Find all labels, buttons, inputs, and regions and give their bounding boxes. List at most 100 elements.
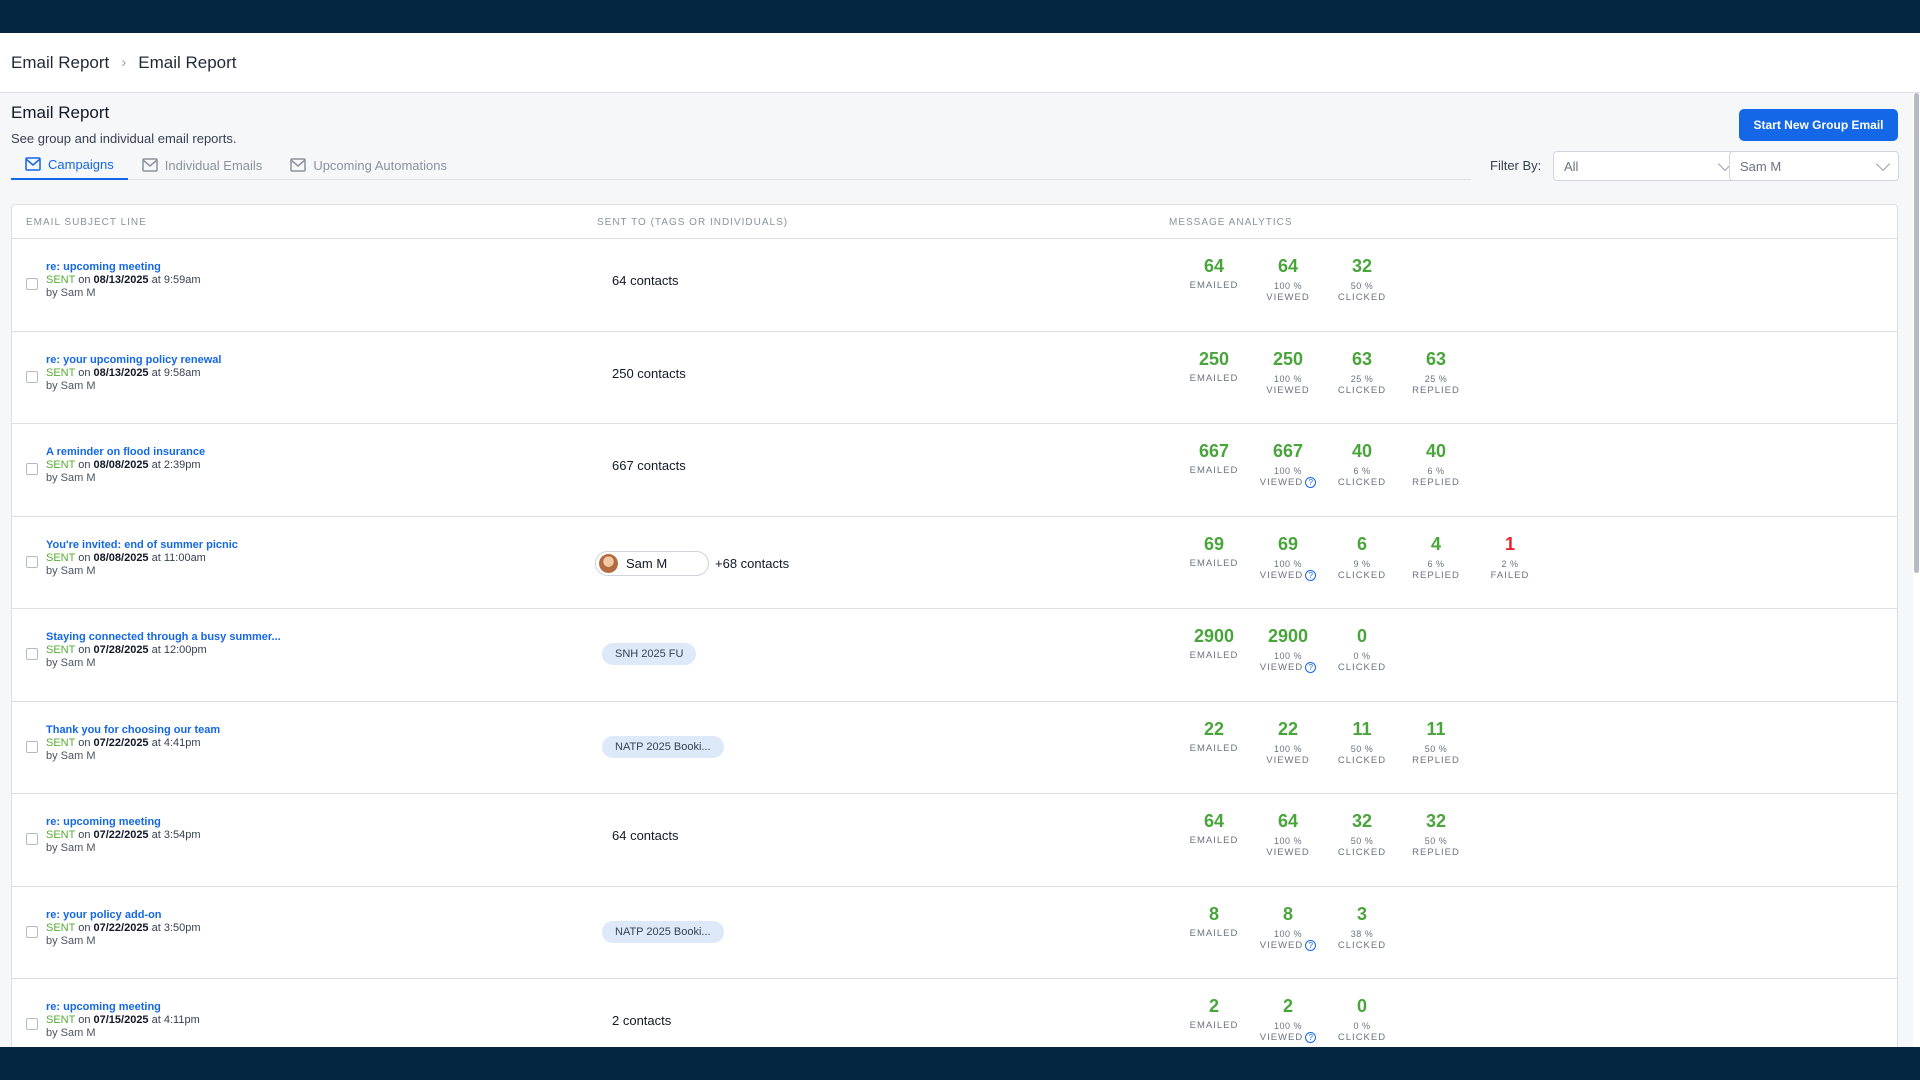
email-subject-link[interactable]: re: your upcoming policy renewal xyxy=(46,354,221,367)
sent-to-count: 250 contacts xyxy=(612,365,686,381)
sent-to-count: 2 contacts xyxy=(612,1013,672,1028)
metric-clicked: 3 38 % CLICKED xyxy=(1325,904,1399,952)
metric-percent: 6 % xyxy=(1353,466,1371,476)
app-top-bar xyxy=(0,0,1920,33)
email-subject-link[interactable]: A reminder on flood insurance xyxy=(46,446,205,459)
metric-replied: 40 6 % REPLIED xyxy=(1399,441,1473,489)
sent-meta: SENT on 07/15/2025 at 4:11pm xyxy=(46,1014,200,1026)
metric-clicked: 11 50 % CLICKED xyxy=(1325,719,1399,767)
subject-cell: re: your policy add-on SENT on 07/22/202… xyxy=(46,909,201,948)
metric-emailed: 2 EMAILED xyxy=(1177,996,1251,1044)
metric-label-text: VIEWED xyxy=(1259,939,1304,951)
metric-label: REPLIED xyxy=(1399,385,1473,397)
metric-label-text: EMAILED xyxy=(1189,1020,1239,1031)
table-row[interactable]: Staying connected through a busy summer.… xyxy=(12,609,1897,702)
help-icon[interactable]: ? xyxy=(1305,939,1317,951)
row-checkbox[interactable] xyxy=(26,1018,38,1030)
metric-emailed: 69 EMAILED xyxy=(1177,534,1251,582)
breadcrumb-item-root[interactable]: Email Report xyxy=(11,53,109,73)
row-checkbox[interactable] xyxy=(26,278,38,290)
analytics-cell: 69 EMAILED 69 100 % VIEWED? 6 9 % CLICKE… xyxy=(1177,534,1547,582)
metric-label-text: VIEWED xyxy=(1266,754,1310,766)
metric-emailed: 2900 EMAILED xyxy=(1177,626,1251,674)
metric-label-text: VIEWED xyxy=(1266,292,1310,303)
row-checkbox[interactable] xyxy=(26,648,38,660)
row-checkbox[interactable] xyxy=(26,833,38,845)
help-icon[interactable]: ? xyxy=(1305,477,1317,488)
contact-chip[interactable]: Sam M xyxy=(595,550,709,576)
tab-upcoming-automations[interactable]: Upcoming Automations xyxy=(276,150,461,180)
avatar xyxy=(599,553,618,573)
metric-label-text: CLICKED xyxy=(1337,569,1387,581)
scrollbar-thumb[interactable] xyxy=(1914,93,1919,573)
start-new-group-email-button[interactable]: Start New Group Email xyxy=(1739,109,1898,141)
help-icon[interactable]: ? xyxy=(1305,569,1317,581)
email-subject-link[interactable]: Thank you for choosing our team xyxy=(46,724,220,737)
tab-campaigns[interactable]: Campaigns xyxy=(11,150,128,180)
email-subject-link[interactable]: re: upcoming meeting xyxy=(46,816,201,829)
table-row[interactable]: re: upcoming meeting SENT on 07/22/2025 … xyxy=(12,794,1897,887)
sent-to-count: 64 contacts xyxy=(612,273,679,288)
column-header-analytics: MESSAGE ANALYTICS xyxy=(1169,217,1293,228)
row-checkbox[interactable] xyxy=(26,463,38,475)
table-row[interactable]: You're invited: end of summer picnic SEN… xyxy=(12,517,1897,609)
row-checkbox[interactable] xyxy=(26,740,38,753)
metric-percent: 100 % xyxy=(1273,651,1303,661)
metric-percent: 50 % xyxy=(1350,281,1374,291)
sent-to-cell: 64 contacts xyxy=(612,273,679,288)
help-icon[interactable]: ? xyxy=(1305,662,1317,673)
metric-percent: 2 % xyxy=(1501,558,1519,569)
tag-chip[interactable]: NATP 2025 Booki... xyxy=(602,735,724,758)
filter-user-select[interactable]: Sam M xyxy=(1729,151,1899,181)
email-subject-link[interactable]: You're invited: end of summer picnic xyxy=(46,539,238,552)
table-header: EMAIL SUBJECT LINE SENT TO (TAGS OR INDI… xyxy=(12,205,1897,239)
metric-percent: 100 % xyxy=(1273,836,1303,846)
metric-label-text: VIEWED xyxy=(1259,569,1304,581)
metric-value: 11 xyxy=(1426,718,1446,739)
email-subject-link[interactable]: re: your policy add-on xyxy=(46,909,201,922)
sent-date: 07/28/2025 xyxy=(93,644,149,656)
metric-viewed: 69 100 % VIEWED? xyxy=(1251,534,1325,582)
metric-label: CLICKED xyxy=(1325,292,1399,304)
filter-type-select[interactable]: All xyxy=(1553,151,1741,181)
help-icon[interactable]: ? xyxy=(1305,1032,1317,1043)
row-checkbox[interactable] xyxy=(26,555,38,568)
row-checkbox[interactable] xyxy=(26,925,38,938)
metric-value: 32 xyxy=(1351,256,1373,276)
sent-time: at 2:39pm xyxy=(151,459,201,471)
tag-chip[interactable]: SNH 2025 FU xyxy=(602,643,697,665)
metric-percent: 6 % xyxy=(1427,558,1445,569)
metric-label: VIEWED? xyxy=(1251,477,1325,489)
metric-value: 0 xyxy=(1356,626,1367,646)
sent-time: at 4:11pm xyxy=(151,1014,200,1026)
table-row[interactable]: Thank you for choosing our team SENT on … xyxy=(12,702,1897,794)
metric-label: CLICKED xyxy=(1325,385,1399,397)
table-row[interactable]: re: your policy add-on SENT on 07/22/202… xyxy=(12,887,1897,979)
metric-emailed: 250 EMAILED xyxy=(1177,349,1251,397)
metric-label: CLICKED xyxy=(1325,755,1399,767)
scrollbar[interactable] xyxy=(1913,93,1920,1047)
sent-meta: SENT on 08/08/2025 at 2:39pm xyxy=(46,459,201,471)
metric-label-text: VIEWED xyxy=(1266,384,1310,396)
tag-chip[interactable]: NATP 2025 Booki... xyxy=(602,920,724,943)
sent-time: at 11:00am xyxy=(151,551,206,564)
table-row[interactable]: re: upcoming meeting SENT on 07/15/2025 … xyxy=(12,979,1897,1047)
metric-label: EMAILED xyxy=(1177,1020,1251,1032)
table-body: re: upcoming meeting SENT on 08/13/2025 … xyxy=(12,239,1897,1047)
table-row[interactable]: re: upcoming meeting SENT on 08/13/2025 … xyxy=(12,239,1897,332)
metric-label: CLICKED xyxy=(1325,847,1399,859)
analytics-cell: 8 EMAILED 8 100 % VIEWED? 3 38 % CLICKED xyxy=(1177,904,1399,952)
tab-individual-emails[interactable]: Individual Emails xyxy=(128,150,277,180)
email-subject-link[interactable]: Staying connected through a busy summer.… xyxy=(46,631,281,644)
page-title: Email Report xyxy=(11,103,110,122)
email-subject-link[interactable]: re: upcoming meeting xyxy=(46,1001,200,1014)
analytics-cell: 667 EMAILED 667 100 % VIEWED? 40 6 % CLI… xyxy=(1177,441,1473,489)
email-subject-link[interactable]: re: upcoming meeting xyxy=(46,261,201,274)
metric-value: 4 xyxy=(1430,533,1441,554)
table-row[interactable]: A reminder on flood insurance SENT on 08… xyxy=(12,424,1897,517)
table-row[interactable]: re: your upcoming policy renewal SENT on… xyxy=(12,332,1897,424)
report-tabs: Campaigns Individual Emails Upcoming Aut… xyxy=(11,150,1471,180)
metric-label-text: CLICKED xyxy=(1337,292,1387,303)
row-checkbox[interactable] xyxy=(26,370,38,383)
metric-label: EMAILED xyxy=(1177,650,1251,662)
